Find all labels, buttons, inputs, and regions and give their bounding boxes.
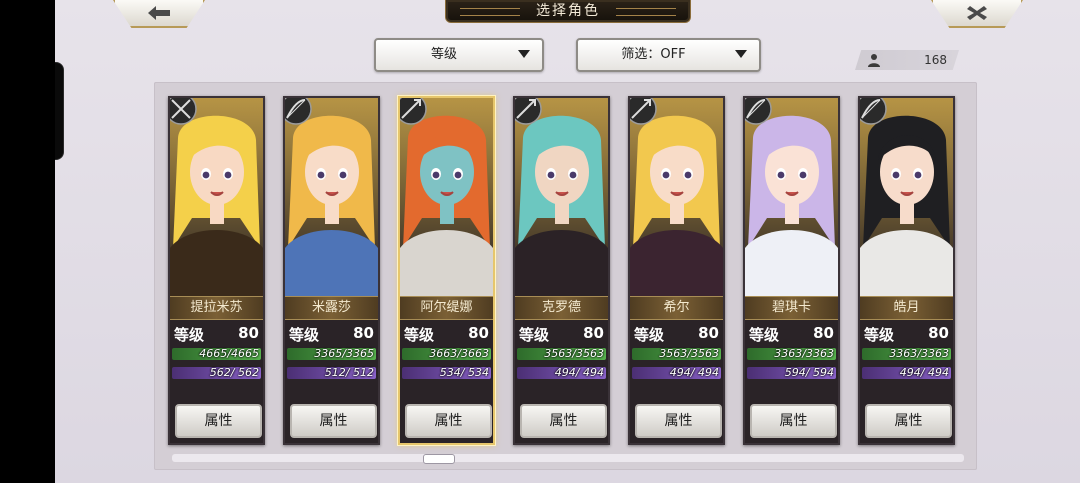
attribute-button[interactable]: 属性 xyxy=(405,404,492,438)
title-ornament-left xyxy=(460,8,520,16)
character-portrait xyxy=(400,98,493,296)
back-button[interactable] xyxy=(113,0,205,28)
sort-dropdown[interactable]: 等级 xyxy=(374,38,544,72)
level-row: 等级 80 xyxy=(289,324,374,344)
level-label: 等级 xyxy=(749,326,780,344)
caret-down-icon xyxy=(518,50,530,58)
level-row: 等级 80 xyxy=(864,324,949,344)
hp-bar: 3563/3563 xyxy=(632,348,721,360)
sp-bar: 594/ 594 xyxy=(747,367,836,379)
character-card[interactable]: 皓月 等级 80 3363/3363 494/ 494 属性 xyxy=(858,96,955,445)
side-tab[interactable] xyxy=(55,62,64,160)
attribute-button[interactable]: 属性 xyxy=(520,404,607,438)
level-row: 等级 80 xyxy=(174,324,259,344)
filter-dropdown[interactable]: 筛选：OFF xyxy=(576,38,761,72)
character-card[interactable]: 希尔 等级 80 3563/3563 494/ 494 属性 xyxy=(628,96,725,445)
lance-icon xyxy=(515,98,542,125)
character-card[interactable]: 提拉米苏 等级 80 4665/4665 562/ 562 属性 xyxy=(168,96,265,445)
character-name: 克罗德 xyxy=(515,296,608,320)
level-label: 等级 xyxy=(864,326,895,344)
x-icon xyxy=(967,6,987,20)
sp-bar: 494/ 494 xyxy=(517,367,606,379)
sort-dropdown-label: 等级 xyxy=(430,47,457,62)
character-count: 168 xyxy=(855,50,959,70)
character-portrait xyxy=(630,98,723,296)
level-value: 80 xyxy=(813,324,834,342)
sp-bar: 494/ 494 xyxy=(632,367,721,379)
character-portrait-art xyxy=(285,98,378,296)
character-card[interactable]: 克罗德 等级 80 3563/3563 494/ 494 属性 xyxy=(513,96,610,445)
attribute-button[interactable]: 属性 xyxy=(175,404,262,438)
level-value: 80 xyxy=(468,324,489,342)
person-icon xyxy=(868,54,880,67)
attribute-button[interactable]: 属性 xyxy=(750,404,837,438)
sp-bar: 562/ 562 xyxy=(172,367,261,379)
level-value: 80 xyxy=(698,324,719,342)
character-card[interactable]: 碧琪卡 等级 80 3363/3363 594/ 594 属性 xyxy=(743,96,840,445)
lance-icon xyxy=(400,98,427,125)
character-name: 皓月 xyxy=(860,296,953,320)
lance-icon xyxy=(630,98,657,125)
level-row: 等级 80 xyxy=(519,324,604,344)
character-portrait-art xyxy=(400,98,493,296)
level-value: 80 xyxy=(928,324,949,342)
level-value: 80 xyxy=(353,324,374,342)
sp-bar: 534/ 534 xyxy=(402,367,491,379)
hp-bar: 3663/3663 xyxy=(402,348,491,360)
title-ornament-right xyxy=(616,8,676,16)
attribute-button[interactable]: 属性 xyxy=(635,404,722,438)
bow-icon xyxy=(285,98,312,125)
level-row: 等级 80 xyxy=(404,324,489,344)
character-portrait xyxy=(745,98,838,296)
bow-icon xyxy=(860,98,887,125)
hp-bar: 4665/4665 xyxy=(172,348,261,360)
character-portrait-art xyxy=(745,98,838,296)
sp-bar: 512/ 512 xyxy=(287,367,376,379)
character-name: 米露莎 xyxy=(285,296,378,320)
hp-bar: 3365/3365 xyxy=(287,348,376,360)
level-row: 等级 80 xyxy=(634,324,719,344)
caret-down-icon xyxy=(735,50,747,58)
hp-bar: 3563/3563 xyxy=(517,348,606,360)
character-portrait xyxy=(285,98,378,296)
character-portrait xyxy=(860,98,953,296)
level-value: 80 xyxy=(238,324,259,342)
attribute-button[interactable]: 属性 xyxy=(865,404,952,438)
character-select-screen: 选择角色 等级 筛选：OFF 168 提拉米苏 等级 80 4665/4665 … xyxy=(55,0,1080,483)
attribute-button[interactable]: 属性 xyxy=(290,404,377,438)
level-row: 等级 80 xyxy=(749,324,834,344)
character-card[interactable]: 阿尔缇娜 等级 80 3663/3663 534/ 534 属性 xyxy=(398,96,495,445)
character-card[interactable]: 米露莎 等级 80 3365/3365 512/ 512 属性 xyxy=(283,96,380,445)
character-name: 碧琪卡 xyxy=(745,296,838,320)
hp-bar: 3363/3363 xyxy=(747,348,836,360)
character-portrait-art xyxy=(860,98,953,296)
character-list-panel: 提拉米苏 等级 80 4665/4665 562/ 562 属性 米露莎 等级 … xyxy=(154,82,977,470)
character-portrait-art xyxy=(630,98,723,296)
character-name: 提拉米苏 xyxy=(170,296,263,320)
screen-title-plate: 选择角色 xyxy=(445,0,691,23)
close-button[interactable] xyxy=(931,0,1023,28)
bow-icon xyxy=(745,98,772,125)
level-label: 等级 xyxy=(404,326,435,344)
character-count-value: 168 xyxy=(924,53,947,67)
scrollbar-track[interactable] xyxy=(172,454,964,462)
sp-bar: 494/ 494 xyxy=(862,367,951,379)
level-label: 等级 xyxy=(634,326,665,344)
level-value: 80 xyxy=(583,324,604,342)
character-portrait xyxy=(170,98,263,296)
level-label: 等级 xyxy=(289,326,320,344)
crossed-weapons-icon xyxy=(170,98,197,125)
character-portrait-art xyxy=(170,98,263,296)
filter-dropdown-label: 筛选：OFF xyxy=(621,47,686,62)
character-portrait xyxy=(515,98,608,296)
character-name: 阿尔缇娜 xyxy=(400,296,493,320)
scrollbar-thumb[interactable] xyxy=(422,454,455,464)
arrow-left-icon xyxy=(148,6,170,20)
character-portrait-art xyxy=(515,98,608,296)
character-name: 希尔 xyxy=(630,296,723,320)
hp-bar: 3363/3363 xyxy=(862,348,951,360)
level-label: 等级 xyxy=(519,326,550,344)
level-label: 等级 xyxy=(174,326,205,344)
